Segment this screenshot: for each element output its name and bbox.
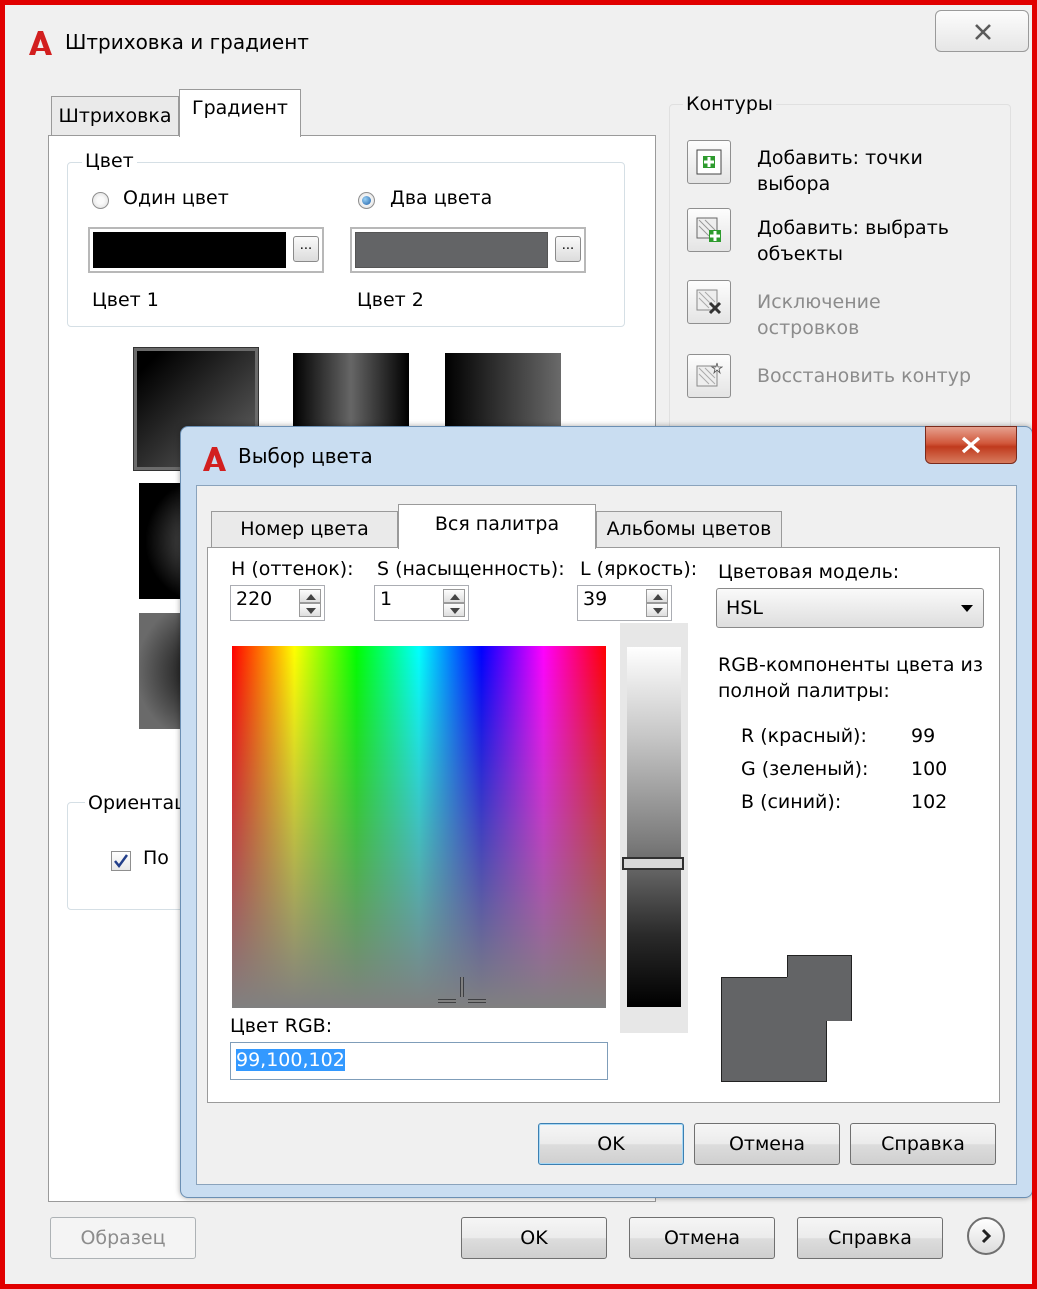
color2-browse-button[interactable]: ...	[555, 236, 581, 262]
arrow-up-icon	[306, 594, 316, 600]
hue-value: 220	[236, 588, 273, 610]
color2-label: Цвет 2	[357, 289, 424, 311]
hue-down-button[interactable]	[299, 603, 321, 617]
preview-button[interactable]: Образец	[50, 1217, 196, 1259]
add-pick-points-icon	[696, 149, 722, 175]
one-color-radio[interactable]	[92, 192, 109, 209]
luminance-down-button[interactable]	[646, 603, 668, 617]
one-color-label: Один цвет	[123, 187, 229, 209]
add-select-objects-icon	[696, 217, 721, 242]
dialog-close-button[interactable]	[925, 426, 1017, 464]
luminance-value: 39	[583, 588, 608, 610]
color1-browse-button[interactable]: ...	[293, 236, 319, 262]
contours-group-label: Контуры	[683, 93, 776, 115]
autocad-logo-icon	[27, 30, 53, 56]
luminance-slider-handle[interactable]	[622, 857, 684, 870]
dialog-cancel-button[interactable]: Отмена	[694, 1123, 840, 1165]
chevron-right-icon	[981, 1228, 992, 1244]
remove-islands-button[interactable]	[687, 280, 731, 324]
hue-saturation-spectrum[interactable]	[232, 646, 606, 1008]
checkmark-icon	[114, 854, 129, 869]
title-bar: Штриховка и градиент	[5, 5, 1032, 69]
saturation-up-button[interactable]	[443, 589, 465, 603]
dialog-ok-button[interactable]: OK	[538, 1123, 684, 1165]
dialog-title: Выбор цвета	[238, 444, 373, 468]
add-select-objects-button[interactable]	[687, 208, 731, 252]
orientation-group-label: Ориентац	[85, 792, 191, 814]
tab-gradient[interactable]: Градиент	[179, 89, 301, 137]
tab-true-color[interactable]: Вся палитра	[398, 504, 596, 549]
saturation-value: 1	[380, 588, 393, 610]
hue-spinner[interactable]: 220	[230, 585, 325, 621]
ok-button[interactable]: OK	[461, 1217, 607, 1259]
add-pick-points-label: Добавить: точки выбора	[757, 147, 923, 195]
luminance-up-button[interactable]	[646, 589, 668, 603]
luminance-slider[interactable]	[627, 647, 681, 1007]
color1-picker[interactable]: ...	[88, 227, 324, 273]
remove-islands-icon	[696, 289, 722, 315]
color-group-label: Цвет	[82, 150, 137, 172]
two-colors-radio[interactable]	[358, 192, 375, 209]
recreate-boundary-label: Восстановить контур	[757, 365, 972, 387]
recreate-boundary-icon	[696, 362, 723, 387]
add-pick-points-button[interactable]	[687, 140, 731, 184]
add-select-objects-label: Добавить: выбрать объекты	[757, 217, 949, 265]
hue-up-button[interactable]	[299, 589, 321, 603]
dialog-help-button[interactable]: Справка	[850, 1123, 996, 1165]
color2-swatch	[355, 232, 548, 268]
centered-label: По	[143, 847, 169, 869]
rgb-color-value: 99,100,102	[236, 1049, 345, 1071]
more-options-button[interactable]	[967, 1217, 1005, 1255]
help-button[interactable]: Справка	[797, 1217, 943, 1259]
color-model-value: HSL	[726, 597, 763, 619]
color1-swatch	[93, 232, 286, 268]
two-colors-label: Два цвета	[390, 187, 493, 209]
arrow-up-icon	[653, 594, 663, 600]
color-model-select[interactable]: HSL	[716, 588, 984, 628]
window-title: Штриховка и градиент	[65, 30, 309, 54]
color1-label: Цвет 1	[92, 289, 159, 311]
tab-color-index[interactable]: Номер цвета	[211, 511, 398, 548]
tab-color-books[interactable]: Альбомы цветов	[596, 511, 782, 548]
close-button[interactable]	[935, 10, 1029, 52]
cancel-button[interactable]: Отмена	[629, 1217, 775, 1259]
close-icon	[975, 24, 991, 40]
autocad-logo-icon	[201, 446, 227, 472]
arrow-down-icon	[450, 608, 460, 614]
recreate-boundary-button[interactable]	[687, 354, 731, 398]
tab-hatch[interactable]: Штриховка	[51, 96, 179, 136]
arrow-down-icon	[306, 608, 316, 614]
centered-checkbox[interactable]	[111, 851, 131, 871]
remove-islands-label: Исключение островков	[757, 291, 881, 339]
saturation-down-button[interactable]	[443, 603, 465, 617]
arrow-down-icon	[653, 608, 663, 614]
chevron-down-icon	[961, 605, 973, 612]
close-icon	[961, 436, 981, 454]
saturation-spinner[interactable]: 1	[374, 585, 469, 621]
color2-picker[interactable]: ...	[350, 227, 586, 273]
rgb-color-input[interactable]: 99,100,102	[230, 1042, 608, 1080]
arrow-up-icon	[450, 594, 460, 600]
luminance-spinner[interactable]: 39	[577, 585, 672, 621]
